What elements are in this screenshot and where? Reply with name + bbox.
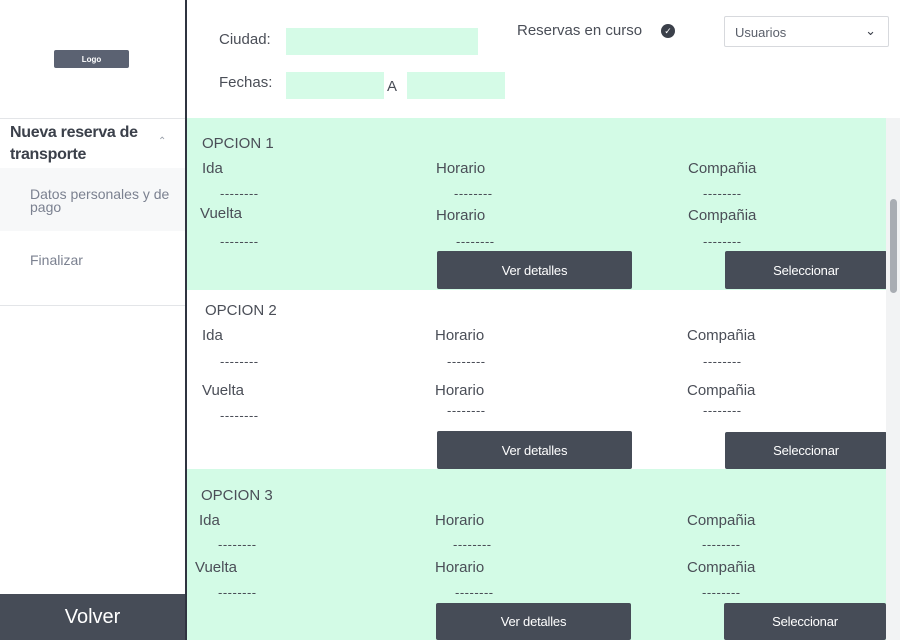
company-label: Compañia — [687, 512, 756, 529]
sidebar-item-label: Datos personales y de pago — [30, 186, 170, 215]
company-label: Compañia — [687, 559, 756, 576]
scrollbar-thumb[interactable] — [890, 199, 897, 293]
users-select[interactable]: Usuarios ⌄ — [724, 16, 889, 47]
users-select-value: Usuarios — [735, 25, 787, 40]
schedule-value: -------- — [453, 537, 492, 552]
date-to-input[interactable] — [407, 72, 505, 99]
schedule-label: Horario — [435, 327, 485, 344]
outbound-value: -------- — [220, 186, 259, 201]
logo: Logo — [54, 50, 129, 68]
check-circle-icon[interactable]: ✓ — [661, 24, 675, 38]
return-value: -------- — [220, 408, 259, 423]
chevron-down-icon: ⌄ — [865, 23, 876, 38]
select-button[interactable]: Seleccionar — [725, 432, 887, 469]
date-separator: A — [387, 78, 398, 95]
sidebar-item-personal-data[interactable]: Datos personales y de pago — [0, 168, 185, 231]
sidebar — [0, 0, 185, 640]
select-button[interactable]: Seleccionar — [725, 251, 887, 289]
company-value: -------- — [703, 234, 742, 249]
dates-label: Fechas: — [219, 74, 273, 91]
schedule-value: -------- — [456, 234, 495, 249]
company-label: Compañia — [687, 382, 756, 399]
company-label: Compañia — [687, 327, 756, 344]
schedule-value: -------- — [454, 186, 493, 201]
company-value: -------- — [703, 186, 742, 201]
company-value: -------- — [702, 585, 741, 600]
return-label: Vuelta — [202, 382, 244, 399]
company-value: -------- — [702, 537, 741, 552]
outbound-label: Ida — [199, 512, 220, 529]
schedule-label: Horario — [435, 559, 485, 576]
outbound-value: -------- — [218, 537, 257, 552]
reservations-in-progress-label[interactable]: Reservas en curso — [517, 22, 642, 39]
return-value: -------- — [220, 234, 259, 249]
nav-heading-new-transport-booking[interactable]: Nueva reserva de transporte — [10, 122, 160, 166]
sidebar-item-finish[interactable]: Finalizar — [30, 252, 83, 268]
view-details-button[interactable]: Ver detalles — [437, 251, 632, 289]
chevron-up-icon[interactable]: ⌃ — [158, 136, 166, 147]
schedule-label: Horario — [436, 160, 486, 177]
city-label: Ciudad: — [219, 31, 271, 48]
company-label: Compañia — [688, 160, 757, 177]
schedule-label: Horario — [436, 207, 486, 224]
sidebar-divider — [0, 305, 185, 306]
outbound-value: -------- — [220, 354, 259, 369]
sidebar-divider — [0, 118, 185, 119]
view-details-button[interactable]: Ver detalles — [436, 603, 631, 640]
option-title: OPCION 1 — [202, 135, 274, 152]
return-label: Vuelta — [195, 559, 237, 576]
schedule-label: Horario — [435, 512, 485, 529]
back-button[interactable]: Volver — [0, 594, 185, 640]
option-title: OPCION 3 — [201, 487, 273, 504]
scrollbar-track[interactable] — [886, 118, 900, 640]
option-title: OPCION 2 — [205, 302, 277, 319]
company-label: Compañia — [688, 207, 757, 224]
view-details-button[interactable]: Ver detalles — [437, 431, 632, 469]
schedule-label: Horario — [435, 382, 485, 399]
company-value: -------- — [703, 354, 742, 369]
schedule-value: -------- — [447, 403, 486, 418]
return-label: Vuelta — [200, 205, 242, 222]
schedule-value: -------- — [447, 354, 486, 369]
date-from-input[interactable] — [286, 72, 384, 99]
company-value: -------- — [703, 403, 742, 418]
select-button[interactable]: Seleccionar — [724, 603, 886, 640]
outbound-label: Ida — [202, 327, 223, 344]
outbound-label: Ida — [202, 160, 223, 177]
return-value: -------- — [218, 585, 257, 600]
schedule-value: -------- — [455, 585, 494, 600]
city-input[interactable] — [286, 28, 478, 55]
